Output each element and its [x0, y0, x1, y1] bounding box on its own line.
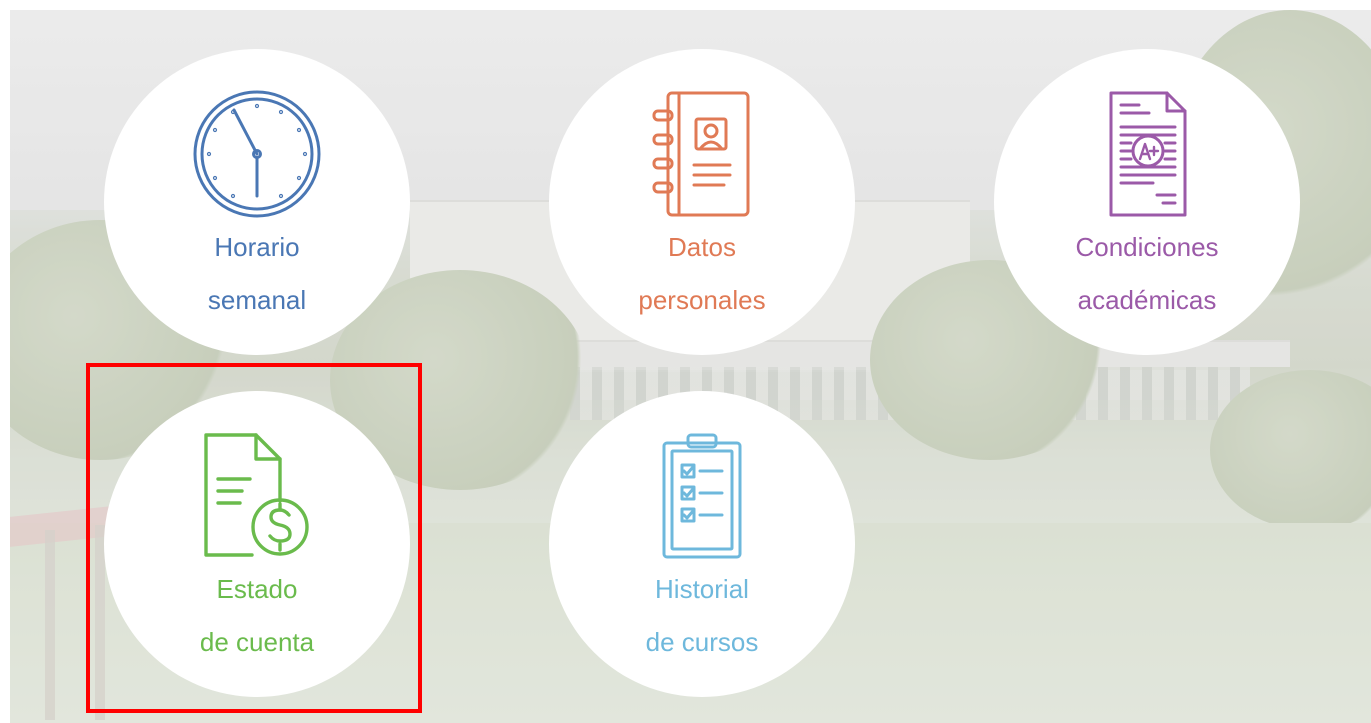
address-book-icon: [642, 89, 762, 219]
horario-semanal-tile[interactable]: Horario semanal: [104, 49, 410, 355]
tile-label: Datos personales: [638, 232, 766, 315]
tile-label: Horario semanal: [207, 232, 307, 315]
graded-document-icon: [1097, 89, 1197, 219]
tile-label: Condiciones académicas: [1075, 232, 1219, 315]
tile-label: Historial de cursos: [645, 574, 759, 657]
clipboard-checklist-icon: [652, 431, 752, 561]
condiciones-academicas-tile[interactable]: Condiciones académicas: [994, 49, 1300, 355]
datos-personales-tile[interactable]: Datos personales: [549, 49, 855, 355]
historial-de-cursos-tile[interactable]: Historial de cursos: [549, 391, 855, 697]
selection-highlight: [86, 363, 422, 713]
clock-icon: [191, 89, 323, 219]
